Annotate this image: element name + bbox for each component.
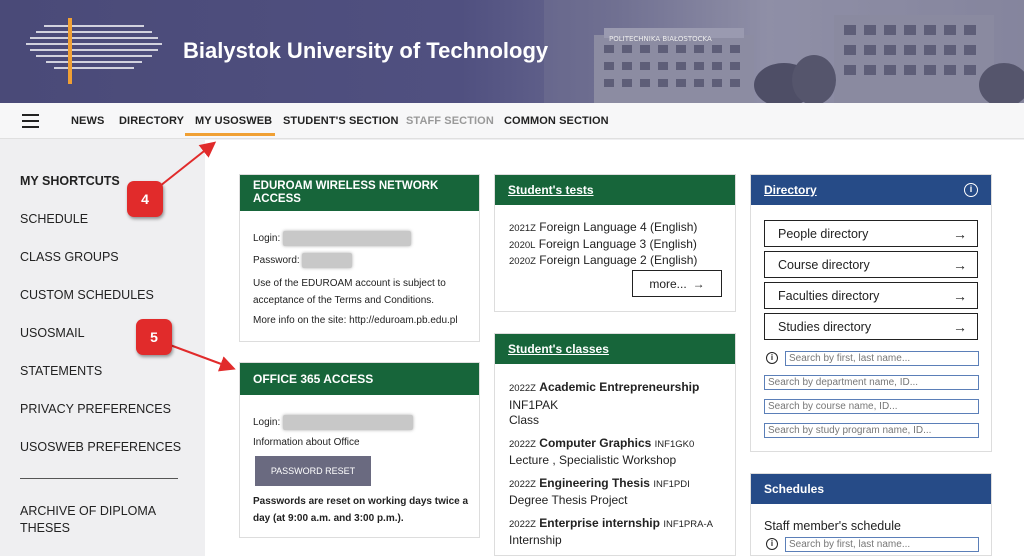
studies-directory-button[interactable]: Studies directory → bbox=[764, 313, 978, 340]
eduroam-terms: Use of the EDUROAM account is subject to… bbox=[253, 278, 446, 306]
class-item[interactable]: 2022Z Enterprise internship INF1PRA-A bbox=[509, 516, 713, 530]
sidebar-divider bbox=[20, 478, 178, 479]
sidebar-item-statements[interactable]: STATEMENTS bbox=[20, 364, 102, 378]
site-title[interactable]: Bialystok University of Technology bbox=[183, 38, 548, 64]
arrow-right-icon: → bbox=[953, 318, 967, 335]
test-item[interactable]: 2020Z Foreign Language 2 (English) bbox=[509, 253, 697, 267]
office-info: Information about Office bbox=[253, 437, 360, 448]
nav-news[interactable]: NEWS bbox=[71, 115, 104, 127]
site-header: POLITECHNIKA BIAŁOSTOCKA Bialystok Unive… bbox=[0, 0, 1024, 103]
campus-building-photo: POLITECHNIKA BIAŁOSTOCKA bbox=[544, 0, 1024, 103]
class-type: Degree Thesis Project bbox=[509, 493, 628, 507]
course-search-input[interactable]: Search by course name, ID... bbox=[764, 399, 979, 414]
eduroam-card: EDUROAM WIRELESS NETWORK ACCESS Login: P… bbox=[239, 174, 480, 342]
nav-my-usosweb[interactable]: MY USOSWEB bbox=[195, 115, 272, 127]
top-navigation: NEWS DIRECTORY MY USOSWEB STUDENT'S SECT… bbox=[0, 103, 1024, 139]
redacted-office-login bbox=[283, 415, 414, 430]
staff-search-input[interactable]: Search by first, last name... bbox=[785, 537, 979, 552]
sidebar-item-usosmail[interactable]: USOSMAIL bbox=[20, 326, 85, 340]
arrow-right-icon: → bbox=[953, 256, 967, 273]
annotation-badge-5: 5 bbox=[136, 319, 172, 355]
sidebar-item-my-shortcuts[interactable]: MY SHORTCUTS bbox=[20, 174, 120, 188]
test-item[interactable]: 2020L Foreign Language 3 (English) bbox=[509, 237, 697, 251]
eduroam-more-info[interactable]: More info on the site: http://eduroam.pb… bbox=[253, 315, 478, 326]
sidebar-item-custom-schedules[interactable]: CUSTOM SCHEDULES bbox=[20, 288, 154, 302]
sidebar-item-usosweb-preferences[interactable]: USOSWEB PREFERENCES bbox=[20, 440, 181, 454]
course-directory-button[interactable]: Course directory → bbox=[764, 251, 978, 278]
office-reset-note: Passwords are reset on working days twic… bbox=[253, 496, 469, 524]
directory-card: Directory i People directory → Course dir… bbox=[750, 174, 992, 452]
office-login-label: Login: bbox=[253, 417, 281, 429]
student-tests-card: Student's tests 2021Z Foreign Language 4… bbox=[494, 174, 736, 312]
annotation-badge-4: 4 bbox=[127, 181, 163, 217]
staff-schedule-label: Staff member's schedule bbox=[764, 519, 901, 533]
eduroam-password-label: Password: bbox=[253, 255, 300, 267]
schedules-title: Schedules bbox=[751, 474, 991, 504]
tests-more-button[interactable]: more... → bbox=[632, 270, 722, 297]
sidebar-item-class-groups[interactable]: CLASS GROUPS bbox=[20, 250, 119, 264]
redacted-password bbox=[302, 253, 353, 268]
university-logo bbox=[26, 18, 162, 84]
people-directory-button[interactable]: People directory → bbox=[764, 220, 978, 247]
active-tab-indicator bbox=[185, 133, 275, 136]
faculties-directory-button[interactable]: Faculties directory → bbox=[764, 282, 978, 309]
nav-common-section[interactable]: COMMON SECTION bbox=[504, 115, 609, 127]
building-sign: POLITECHNIKA BIAŁOSTOCKA bbox=[609, 35, 712, 43]
arrow-right-icon: → bbox=[953, 287, 967, 304]
redacted-login bbox=[283, 231, 412, 246]
info-icon[interactable]: i bbox=[766, 538, 778, 550]
class-item[interactable]: 2022Z Computer Graphics INF1GK0 bbox=[509, 436, 694, 450]
student-classes-title[interactable]: Student's classes bbox=[508, 342, 609, 356]
class-code: INF1PAK bbox=[509, 398, 559, 412]
nav-directory[interactable]: DIRECTORY bbox=[119, 115, 184, 127]
student-classes-card: Student's classes 2022Z Academic Entrepr… bbox=[494, 333, 736, 556]
study-program-search-input[interactable]: Search by study program name, ID... bbox=[764, 423, 979, 438]
arrow-right-icon: → bbox=[953, 225, 967, 242]
office365-title: OFFICE 365 ACCESS bbox=[240, 363, 479, 395]
schedules-card: Schedules Staff member's schedule i Sear… bbox=[750, 473, 992, 556]
arrow-right-icon: → bbox=[692, 276, 705, 291]
sidebar-item-schedule[interactable]: SCHEDULE bbox=[20, 212, 88, 226]
test-item[interactable]: 2021Z Foreign Language 4 (English) bbox=[509, 220, 697, 234]
eduroam-title: EDUROAM WIRELESS NETWORK ACCESS bbox=[240, 175, 479, 211]
class-type: Lecture , Specialistic Workshop bbox=[509, 453, 677, 467]
sidebar-item-archive-theses[interactable]: ARCHIVE OF DIPLOMA THESES bbox=[20, 503, 180, 537]
info-icon[interactable]: i bbox=[766, 352, 778, 364]
main-content: EDUROAM WIRELESS NETWORK ACCESS Login: P… bbox=[205, 140, 1024, 556]
department-search-input[interactable]: Search by department name, ID... bbox=[764, 375, 979, 390]
office365-card: OFFICE 365 ACCESS Login: Information abo… bbox=[239, 362, 480, 538]
info-icon[interactable]: i bbox=[964, 183, 978, 197]
student-tests-title[interactable]: Student's tests bbox=[508, 183, 594, 197]
class-item[interactable]: 2022Z Academic Entrepreneurship bbox=[509, 380, 699, 394]
class-type: Internship bbox=[509, 533, 562, 547]
menu-icon[interactable] bbox=[22, 114, 39, 128]
eduroam-login-label: Login: bbox=[253, 233, 281, 245]
class-item[interactable]: 2022Z Engineering Thesis INF1PDI bbox=[509, 476, 690, 490]
sidebar: MY SHORTCUTS SCHEDULE CLASS GROUPS CUSTO… bbox=[0, 140, 205, 556]
sidebar-item-privacy-preferences[interactable]: PRIVACY PREFERENCES bbox=[20, 402, 171, 416]
class-type: Class bbox=[509, 413, 540, 427]
directory-title[interactable]: Directory bbox=[764, 183, 817, 197]
nav-students-section[interactable]: STUDENT'S SECTION bbox=[283, 115, 399, 127]
nav-staff-section[interactable]: STAFF SECTION bbox=[406, 115, 494, 127]
people-search-input[interactable]: Search by first, last name... bbox=[785, 351, 979, 366]
password-reset-button[interactable]: PASSWORD RESET bbox=[255, 456, 371, 486]
